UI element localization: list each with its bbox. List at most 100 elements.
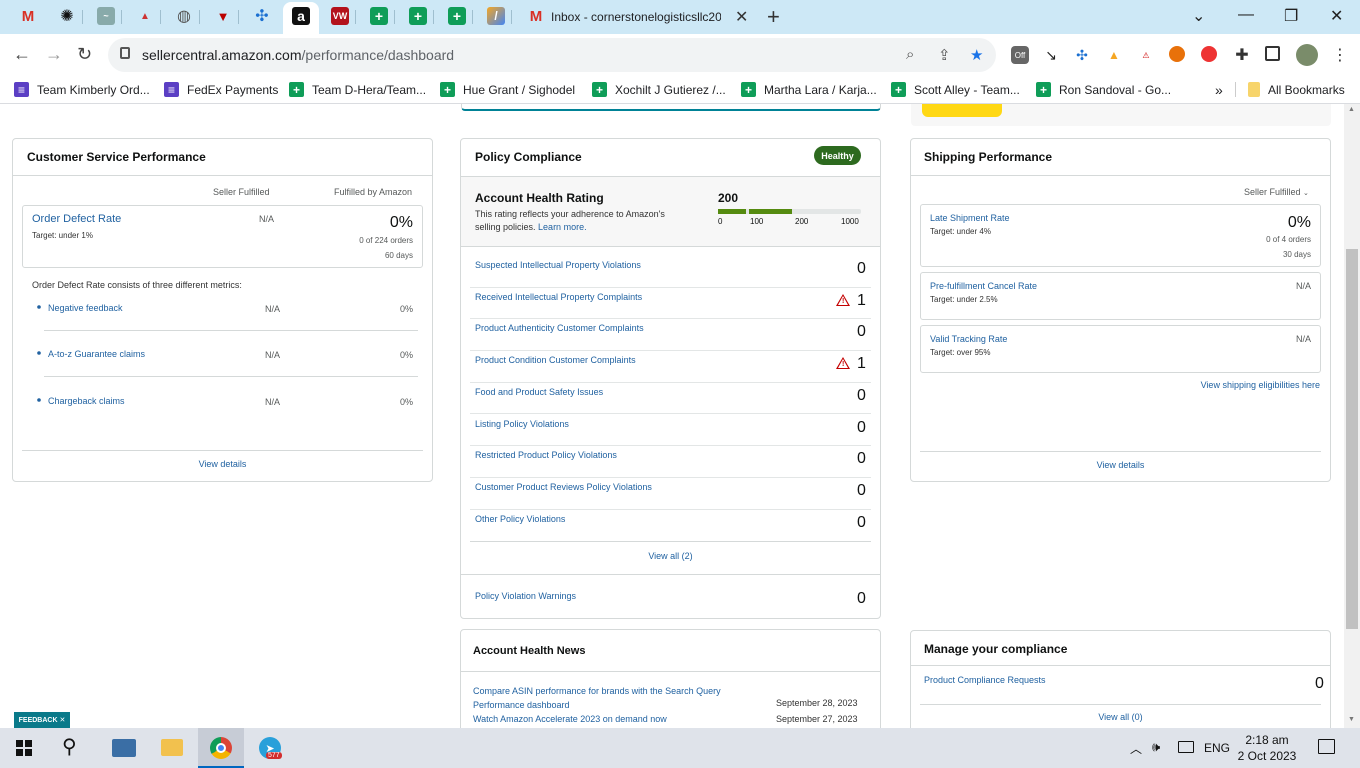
search-icon[interactable]: ⚲ — [62, 734, 77, 759]
view-details-link[interactable]: View details — [911, 460, 1330, 470]
fulfillment-filter[interactable]: Seller Fulfilled ⌄ — [1244, 187, 1309, 197]
close-tab-icon[interactable]: ✕ — [735, 7, 748, 27]
view-details-link[interactable]: View details — [13, 459, 432, 469]
news-item-link[interactable]: Compare ASIN performance for brands with… — [473, 684, 721, 712]
speaker-icon[interactable]: 🕪 — [1152, 739, 1160, 755]
policy-row-link[interactable]: Received Intellectual Property Complaint… — [475, 292, 642, 302]
bookmark-item[interactable]: + Scott Alley - Team... — [891, 82, 1020, 97]
policy-row-link[interactable]: Suspected Intellectual Property Violatio… — [475, 260, 641, 270]
news-item-link[interactable]: Watch Amazon Accelerate 2023 on demand n… — [473, 714, 667, 724]
bookmark-item[interactable]: + Martha Lara / Karja... — [741, 82, 877, 97]
tracking-rate-box[interactable]: Valid Tracking Rate Target: over 95% N/A — [920, 325, 1321, 373]
restore-icon[interactable]: ❐ — [1284, 6, 1298, 26]
sheets-tab-icon[interactable]: + — [370, 7, 388, 25]
desktop-app-icon[interactable] — [112, 739, 136, 757]
page-scrollbar[interactable]: ▲ ▼ — [1344, 104, 1360, 728]
gmail-tab-icon[interactable]: M — [19, 7, 37, 25]
metric-link[interactable]: Negative feedback — [48, 303, 123, 313]
sheets-tab-icon-3[interactable]: + — [448, 7, 466, 25]
profile-avatar[interactable] — [1296, 44, 1318, 66]
network-icon[interactable] — [1178, 741, 1194, 753]
close-icon[interactable]: ✕ — [59, 716, 65, 724]
compliance-requests-link[interactable]: Product Compliance Requests — [924, 675, 1046, 685]
policy-row-link[interactable]: Product Authenticity Customer Complaints — [475, 323, 644, 333]
late-shipment-box[interactable]: Late Shipment Rate Target: under 4% 0% 0… — [920, 204, 1321, 267]
amazon-tab-icon[interactable]: a — [292, 7, 310, 25]
tracking-rate-link[interactable]: Valid Tracking Rate — [930, 334, 1007, 344]
alert-extension-icon[interactable]: ⚠ — [1137, 46, 1155, 64]
cursor-extension-icon[interactable]: ↘ — [1042, 46, 1060, 64]
site-tab-icon-2[interactable]: ▲ — [136, 7, 154, 25]
shipping-eligibilities-link[interactable]: View shipping eligibilities here — [1201, 380, 1320, 390]
bookmark-star-icon[interactable]: ★ — [970, 46, 983, 64]
globe-tab-icon[interactable]: ◍ — [175, 7, 193, 25]
clock[interactable]: 2:18 am 2 Oct 2023 — [1236, 732, 1298, 764]
new-tab-icon[interactable]: + — [767, 4, 780, 30]
windows-start-icon[interactable] — [16, 740, 32, 756]
url-text[interactable]: sellercentral.amazon.com/performance/das… — [142, 47, 454, 63]
minimize-icon[interactable]: — — [1238, 6, 1254, 24]
policy-warnings-link[interactable]: Policy Violation Warnings — [475, 591, 576, 601]
metric-link[interactable]: Chargeback claims — [48, 396, 125, 406]
scout-extension-icon[interactable]: ▲ — [1105, 46, 1123, 64]
odr-link[interactable]: Order Defect Rate — [32, 213, 121, 225]
learn-more-link[interactable]: Learn more. — [538, 222, 587, 232]
tab-divider — [472, 10, 473, 24]
scroll-up-icon[interactable]: ▲ — [1348, 106, 1355, 113]
late-shipment-link[interactable]: Late Shipment Rate — [930, 213, 1010, 223]
tab-search-icon[interactable]: ⌄ — [1192, 6, 1205, 26]
back-icon[interactable]: ← — [13, 44, 31, 65]
pokeball-extension-icon[interactable] — [1201, 46, 1217, 62]
web-tab-icon[interactable]: ✣ — [253, 7, 271, 25]
reload-icon[interactable]: ↻ — [77, 44, 92, 65]
cancel-rate-box[interactable]: Pre-fulfillment Cancel Rate Target: unde… — [920, 272, 1321, 320]
policy-row-link[interactable]: Other Policy Violations — [475, 514, 565, 524]
off-extension-icon[interactable]: Off — [1011, 46, 1029, 64]
puzzle-icon[interactable]: ✚ — [1233, 46, 1251, 64]
chevron-up-icon[interactable]: ︿ — [1130, 740, 1142, 757]
zoom-icon[interactable]: ⌕ — [906, 46, 914, 63]
policy-row-link[interactable]: Food and Product Safety Issues — [475, 387, 603, 397]
bookmark-item[interactable]: ≡ FedEx Payments — [164, 82, 278, 97]
language-indicator[interactable]: ENG — [1204, 741, 1230, 755]
bookmark-item[interactable]: + Team D-Hera/Team... — [289, 82, 426, 97]
scrollbar-thumb[interactable] — [1346, 249, 1358, 629]
address-bar[interactable]: sellercentral.amazon.com/performance/das… — [108, 38, 996, 72]
policy-row-link[interactable]: Listing Policy Violations — [475, 419, 569, 429]
chatgpt-tab-icon[interactable]: ✺ — [58, 7, 76, 25]
view-all-link[interactable]: View all (2) — [461, 551, 880, 561]
policy-row-link[interactable]: Customer Product Reviews Policy Violatio… — [475, 482, 652, 492]
tab-inbox[interactable]: M Inbox - cornerstonelogisticsllc20 ✕ — [515, 0, 760, 34]
top-banner-button[interactable] — [922, 104, 1002, 117]
cancel-rate-link[interactable]: Pre-fulfillment Cancel Rate — [930, 281, 1037, 291]
view-all-link[interactable]: View all (0) — [911, 712, 1330, 722]
bookmark-item[interactable]: ≡ Team Kimberly Ord... — [14, 82, 150, 97]
metric-link[interactable]: A-to-z Guarantee claims — [48, 349, 145, 359]
side-panel-icon[interactable] — [1265, 46, 1280, 61]
scroll-down-icon[interactable]: ▼ — [1348, 716, 1355, 723]
bookmark-item[interactable]: + Hue Grant / Sighodel — [440, 82, 575, 97]
extension-icon[interactable]: ✣ — [1073, 46, 1091, 64]
notifications-icon[interactable] — [1318, 739, 1335, 754]
lock-icon[interactable] — [120, 47, 130, 59]
site-tab-icon[interactable]: ~ — [97, 7, 115, 25]
feedback-button[interactable]: FEEDBACK ✕ — [14, 712, 70, 728]
all-bookmarks[interactable]: All Bookmarks — [1235, 82, 1345, 97]
bookmark-item[interactable]: + Xochilt J Gutierez /... — [592, 82, 726, 97]
sheets-tab-icon-2[interactable]: + — [409, 7, 427, 25]
forward-icon[interactable]: → — [45, 44, 63, 65]
policy-row-link[interactable]: Restricted Product Policy Violations — [475, 450, 617, 460]
menu-kebab-icon[interactable]: ⋮ — [1331, 46, 1349, 64]
pencil-tab-icon[interactable]: / — [487, 7, 505, 25]
firefox-extension-icon[interactable] — [1169, 46, 1185, 62]
close-window-icon[interactable]: ✕ — [1330, 6, 1343, 26]
file-explorer-icon[interactable] — [161, 739, 183, 756]
share-icon[interactable]: ⇪ — [938, 46, 951, 64]
chrome-taskbar-button[interactable] — [198, 728, 244, 768]
odr-box[interactable]: Order Defect Rate Target: under 1% N/A 0… — [22, 205, 423, 268]
bookmark-item[interactable]: + Ron Sandoval - Go... — [1036, 82, 1171, 97]
vw-tab-icon[interactable]: VW — [331, 7, 349, 25]
site-tab-icon-3[interactable]: ▼ — [214, 7, 232, 25]
policy-row-link[interactable]: Product Condition Customer Complaints — [475, 355, 636, 365]
more-bookmarks-chevron-icon[interactable]: » — [1215, 82, 1223, 98]
